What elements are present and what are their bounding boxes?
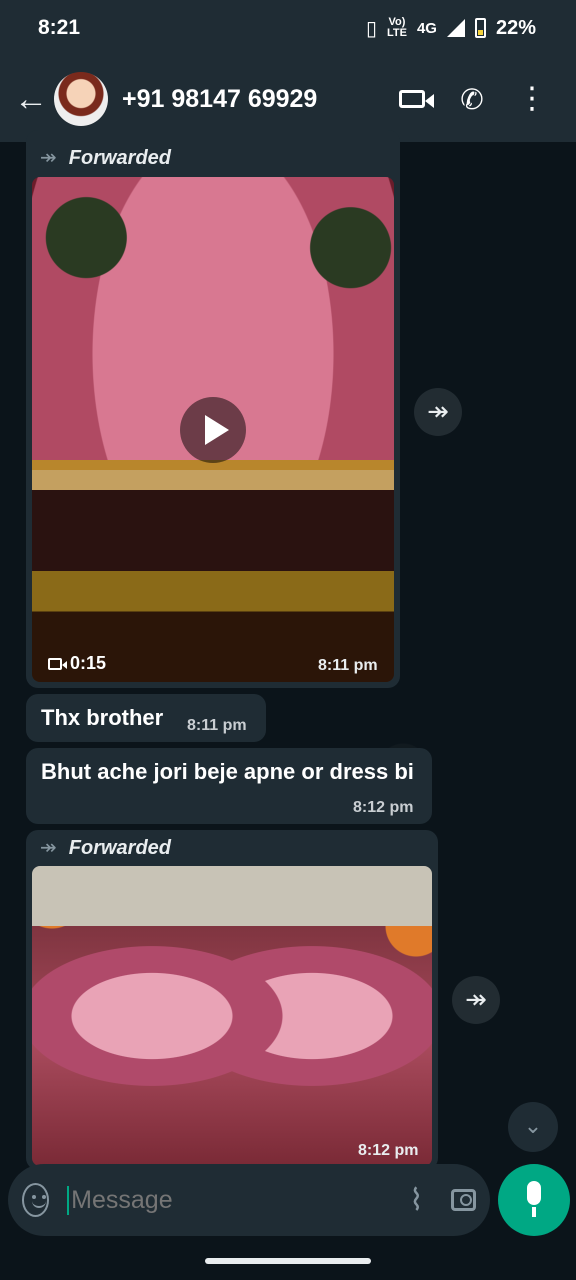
status-time: 8:21 (38, 16, 81, 39)
battery-icon (474, 18, 486, 38)
mic-button[interactable] (498, 1164, 570, 1236)
chat-screen: 8:21 ▯ Vo) LTE 4G 22% ← +91 98147 69929 … (0, 0, 576, 1280)
back-arrow-icon[interactable]: ← (14, 80, 48, 119)
video-call-icon (399, 90, 434, 108)
scroll-down-button[interactable]: ⌄ (508, 1102, 558, 1152)
attach-icon[interactable]: ⌇ (393, 1183, 439, 1218)
message-text: Bhut ache jori beje apne or dress bi (41, 759, 414, 784)
status-bar: 8:21 ▯ Vo) LTE 4G 22% (0, 0, 576, 56)
forward-icon: ↠ (40, 147, 57, 169)
home-handle[interactable] (205, 1258, 371, 1264)
message-time: 8:12 pm (358, 1142, 419, 1159)
play-icon[interactable] (180, 397, 246, 463)
message-time: 8:11 pm (187, 717, 247, 734)
video-duration: 0:15 (48, 653, 106, 674)
message-text: Thx brother (41, 705, 164, 730)
image-message[interactable]: ↠ Forwarded 8:12 pm (26, 830, 438, 1170)
text-message[interactable]: Thx brother 8:11 pm (26, 694, 266, 742)
phone-icon: ✆ (460, 83, 484, 115)
signal-icon (446, 19, 465, 37)
share-forward-icon[interactable]: ↠ (414, 388, 462, 436)
vibrate-icon: ▯ (365, 17, 377, 40)
forward-icon: ↠ (40, 837, 57, 859)
status-icons: ▯ Vo) LTE 4G 22% (366, 16, 536, 41)
contact-name[interactable]: +91 98147 69929 (122, 85, 382, 114)
network-type: 4G (416, 19, 437, 37)
message-input[interactable] (67, 1185, 394, 1215)
emoji-icon[interactable] (22, 1183, 50, 1217)
system-nav-bar (0, 1244, 576, 1280)
text-message[interactable]: Bhut ache jori beje apne or dress bi 8:1… (26, 748, 432, 824)
more-options-icon[interactable]: ⋮ (502, 84, 562, 114)
image-thumbnail[interactable]: 8:12 pm (32, 866, 432, 1166)
avatar[interactable] (54, 72, 108, 126)
video-message[interactable]: ↠ Forwarded 0:15 8:11 pm (26, 130, 400, 688)
video-call-button[interactable] (382, 83, 442, 115)
video-camera-icon (48, 657, 67, 670)
camera-icon[interactable] (451, 1189, 476, 1211)
message-time: 8:12 pm (353, 799, 414, 816)
voice-call-button[interactable]: ✆ (442, 83, 502, 116)
message-composer: ⌇ (8, 1164, 490, 1236)
video-thumbnail[interactable]: 0:15 8:11 pm (32, 177, 394, 682)
message-time: 8:11 pm (318, 657, 378, 674)
forwarded-label: ↠ Forwarded (40, 147, 172, 169)
volte-icon: Vo) LTE (386, 16, 407, 39)
battery-percent: 22% (495, 16, 536, 39)
forwarded-label: ↠ Forwarded (40, 837, 172, 859)
share-forward-icon[interactable]: ↠ (452, 976, 500, 1024)
double-chevron-down-icon: ⌄ (523, 1113, 543, 1138)
